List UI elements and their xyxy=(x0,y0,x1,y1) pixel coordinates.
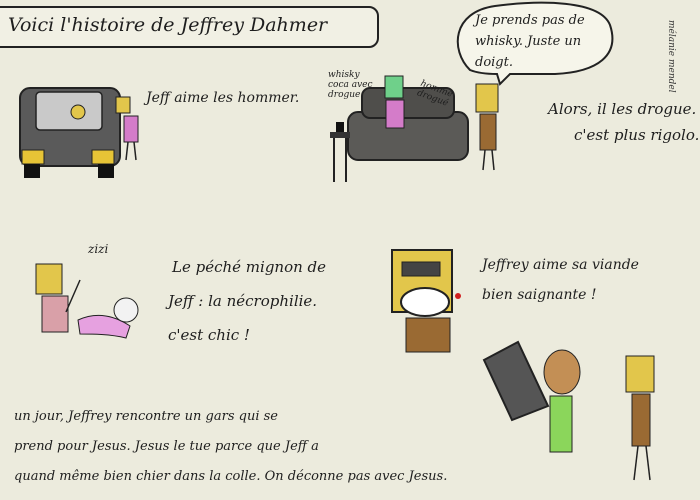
jeff-standing xyxy=(475,83,499,171)
car-illustration xyxy=(19,87,121,178)
zizi-label: zizi xyxy=(88,242,109,256)
speech-bubble-text: Je prends pas de whisky. Juste un doigt. xyxy=(475,13,585,70)
panel3-caption-line: c'est chic ! xyxy=(168,326,250,344)
panel2-caption: Alors, il les drogue. c'est plus rigolo. xyxy=(548,96,699,148)
jesus-and-jeff xyxy=(482,340,655,481)
panel5-caption-line: un jour, Jeffrey rencontre un gars qui s… xyxy=(14,409,278,424)
panel5-caption-line: prend pour Jesus. Jesus le tue parce que… xyxy=(14,439,319,454)
panel5-caption-line: quand même bien chier dans la colle. On … xyxy=(14,469,448,484)
jeff-eating xyxy=(391,249,461,353)
panel3-caption-line: Le péché mignon de xyxy=(172,258,327,276)
drink-label-line: whisky xyxy=(328,70,360,80)
drink-label-line: drogue xyxy=(328,90,361,100)
panel4-caption-line: bien saignante ! xyxy=(482,287,597,303)
panel3-caption: Le péché mignon de Jeff : la nécrophilie… xyxy=(168,250,326,352)
drink-label-line: coca avec xyxy=(328,80,373,90)
artist-signature: mélanie mendel xyxy=(666,20,676,93)
panel2-caption-line: c'est plus rigolo. xyxy=(574,126,700,144)
panel5-caption: un jour, Jeffrey rencontre un gars qui s… xyxy=(14,402,447,492)
drink-label: whisky coca avec drogue xyxy=(328,70,373,100)
panel4-caption-line: Jeffrey aime sa viande xyxy=(482,257,639,273)
panel1-caption: Jeff aime les hommer. xyxy=(146,90,300,106)
panel4-caption: Jeffrey aime sa viande bien saignante ! xyxy=(482,250,639,310)
jeff-and-body xyxy=(35,263,139,339)
panel3-caption-line: Jeff : la nécrophilie. xyxy=(168,292,318,310)
panel2-caption-line: Alors, il les drogue. xyxy=(548,100,697,118)
